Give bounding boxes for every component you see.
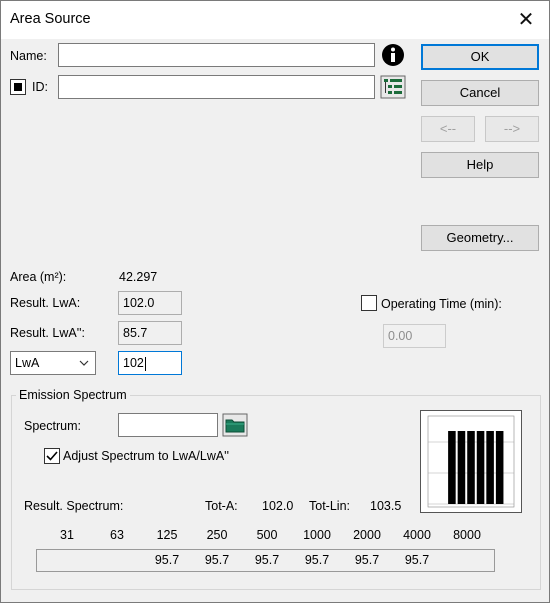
result-lwa-area-label: Result. LwA'': bbox=[10, 326, 85, 340]
level-input[interactable]: 102 bbox=[118, 351, 182, 375]
value-1000: 95.7 bbox=[304, 553, 330, 567]
emission-spectrum-title: Emission Spectrum bbox=[16, 387, 130, 403]
adjust-spectrum-checkbox[interactable] bbox=[44, 448, 60, 464]
area-value: 42.297 bbox=[119, 270, 158, 284]
operating-time-label: Operating Time (min): bbox=[381, 297, 502, 311]
band-500: 500 bbox=[256, 528, 278, 542]
value-125: 95.7 bbox=[154, 553, 180, 567]
spectrum-graph bbox=[420, 410, 522, 513]
id-checkbox[interactable] bbox=[10, 79, 26, 95]
value-2000: 95.7 bbox=[354, 553, 380, 567]
band-63: 63 bbox=[110, 528, 124, 542]
name-label: Name: bbox=[10, 49, 47, 63]
spectrum-bar bbox=[467, 431, 475, 504]
spectrum-label: Spectrum: bbox=[24, 419, 81, 433]
window-title: Area Source bbox=[10, 11, 91, 27]
operating-time-checkbox[interactable] bbox=[361, 295, 377, 311]
chevron-down-icon bbox=[79, 352, 89, 381]
cancel-button[interactable]: Cancel bbox=[421, 80, 539, 106]
value-500: 95.7 bbox=[254, 553, 280, 567]
tot-a-value: 102.0 bbox=[262, 499, 294, 513]
level-type-select[interactable]: LwA bbox=[10, 351, 96, 375]
band-1000: 1000 bbox=[303, 528, 331, 542]
result-lwa-value: 102.0 bbox=[118, 291, 182, 315]
operating-time-input[interactable]: 0.00 bbox=[383, 324, 446, 348]
title-bar: Area Source ✕ bbox=[1, 1, 549, 39]
value-250: 95.7 bbox=[204, 553, 230, 567]
spectrum-bar bbox=[476, 431, 485, 504]
level-input-value: 102 bbox=[123, 356, 144, 370]
next-button[interactable]: --> bbox=[485, 116, 539, 142]
result-lwa-area-value: 85.7 bbox=[118, 321, 182, 345]
level-type-value: LwA bbox=[15, 356, 40, 370]
spectrum-bar bbox=[448, 431, 456, 504]
adjust-spectrum-label: Adjust Spectrum to LwA/LwA'' bbox=[63, 449, 229, 463]
tot-a-label: Tot-A: bbox=[205, 499, 238, 513]
value-4000: 95.7 bbox=[404, 553, 430, 567]
area-source-dialog: Area Source ✕ Name: ID: OK Cancel <-- --… bbox=[0, 0, 550, 603]
close-icon[interactable]: ✕ bbox=[503, 1, 549, 39]
band-31: 31 bbox=[60, 528, 74, 542]
tot-lin-label: Tot-Lin: bbox=[309, 499, 350, 513]
geometry-button[interactable]: Geometry... bbox=[421, 225, 539, 251]
info-icon[interactable] bbox=[380, 43, 406, 67]
band-8000: 8000 bbox=[453, 528, 481, 542]
band-4000: 4000 bbox=[403, 528, 431, 542]
result-lwa-label: Result. LwA: bbox=[10, 296, 81, 310]
help-button[interactable]: Help bbox=[421, 152, 539, 178]
folder-icon[interactable] bbox=[222, 413, 248, 437]
spectrum-bar bbox=[486, 431, 494, 504]
band-250: 250 bbox=[206, 528, 228, 542]
spectrum-bar bbox=[495, 431, 504, 504]
result-spectrum-label: Result. Spectrum: bbox=[24, 499, 124, 513]
band-2000: 2000 bbox=[353, 528, 381, 542]
band-125: 125 bbox=[156, 528, 178, 542]
spectrum-bar bbox=[457, 431, 466, 504]
ok-button[interactable]: OK bbox=[421, 44, 539, 70]
area-label: Area (m²): bbox=[10, 270, 67, 284]
id-label: ID: bbox=[32, 80, 48, 94]
tree-list-icon[interactable] bbox=[380, 75, 406, 99]
spectrum-input[interactable] bbox=[118, 413, 218, 437]
name-input[interactable] bbox=[58, 43, 375, 67]
previous-button[interactable]: <-- bbox=[421, 116, 475, 142]
id-input[interactable] bbox=[58, 75, 375, 99]
tot-lin-value: 103.5 bbox=[370, 499, 402, 513]
